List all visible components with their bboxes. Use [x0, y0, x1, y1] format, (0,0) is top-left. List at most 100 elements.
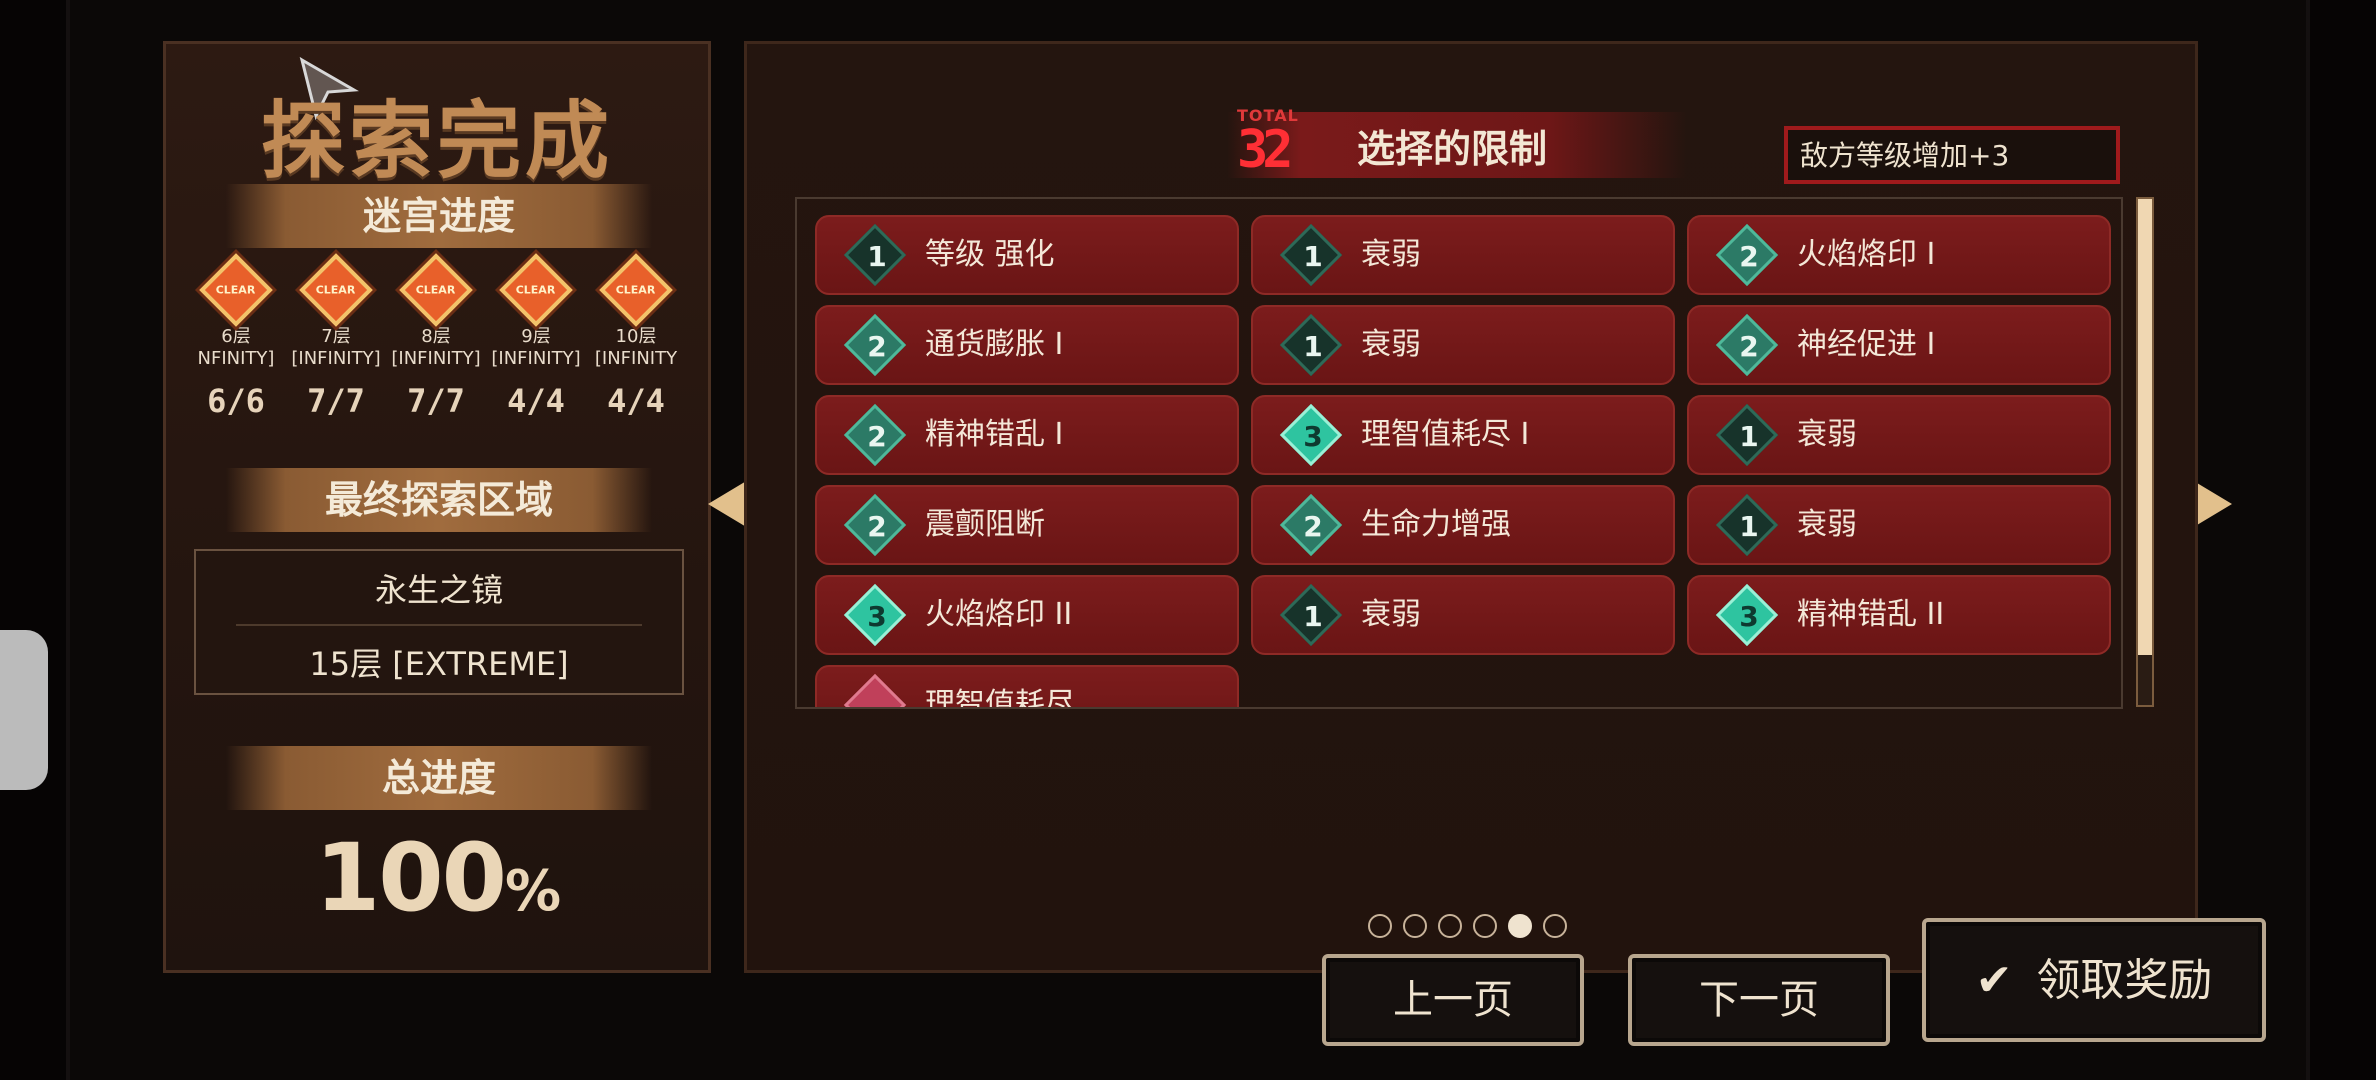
- restriction-label: 衰弱: [1361, 327, 1421, 362]
- restriction-label: 生命力增强: [1361, 507, 1511, 542]
- floor-mode: [INFINITY]: [291, 348, 381, 369]
- claim-reward-button[interactable]: ✔ 领取奖励: [1922, 918, 2266, 1042]
- restriction-label: 衰弱: [1797, 507, 1857, 542]
- restriction-label: 理智值耗尽 I: [1361, 417, 1530, 452]
- restriction-level: 2: [867, 420, 887, 453]
- final-area-name: 永生之镜: [374, 571, 503, 609]
- total-progress-number: 100: [314, 824, 507, 933]
- floor-name: 9层: [521, 326, 551, 347]
- restriction-label: 衰弱: [1361, 597, 1421, 632]
- page-dot[interactable]: [1543, 914, 1567, 938]
- page-dot[interactable]: [1473, 914, 1497, 938]
- floor-count: 7/7: [307, 382, 365, 420]
- restriction-label: 通货膨胀 I: [925, 327, 1064, 362]
- restriction-level: 2: [867, 330, 887, 363]
- restriction-label: 神经促进 I: [1797, 327, 1936, 362]
- restriction-label: 火焰烙印 I: [1797, 237, 1936, 272]
- floor-name: 6层: [221, 326, 251, 347]
- page-dot[interactable]: [1438, 914, 1462, 938]
- total-count: 32: [1237, 120, 1294, 180]
- floor-mode: [INFINITY]: [491, 348, 581, 369]
- floor-mode: [INFINITY]: [391, 348, 481, 369]
- frame-right: [2306, 0, 2376, 1080]
- next-page-button[interactable]: 下一页: [1628, 954, 1890, 1046]
- final-area-floor: 15层 [EXTREME]: [309, 645, 569, 683]
- restriction-card[interactable]: 2 生命力增强: [1251, 485, 1675, 565]
- restriction-card[interactable]: 3 理智值耗尽 I: [1251, 395, 1675, 475]
- floor-item: CLEAR 8层 [INFINITY] 7/7: [386, 253, 486, 420]
- restrictions-list[interactable]: 1 等级 强化 1 衰弱 2 火焰烙印 I 2 通货膨胀 I 1 衰弱 2 神经…: [795, 197, 2123, 709]
- restriction-card[interactable]: 3 精神错乱 II: [1687, 575, 2111, 655]
- floor-mode: [INFINITY: [594, 348, 678, 369]
- floor-mode: NFINITY]: [197, 348, 275, 369]
- restriction-level: 2: [1739, 330, 1759, 363]
- page-dot[interactable]: [1368, 914, 1392, 938]
- restriction-level: 1: [1303, 240, 1323, 273]
- exploration-summary-panel: 探索完成 迷宫进度 CLEAR 6层 NFINITY] 6/6 CLEAR 7层…: [163, 41, 711, 973]
- restrictions-scrollbar[interactable]: [2136, 197, 2154, 707]
- clear-badge-icon: CLEAR: [599, 253, 673, 327]
- maze-progress-heading: 迷宫进度: [226, 184, 652, 248]
- checkmark-icon: ✔: [1975, 955, 2013, 1006]
- enemy-level-note: 敌方等级增加+3: [1784, 126, 2120, 184]
- restriction-level: 2: [1303, 510, 1323, 543]
- floor-progress-list: CLEAR 6层 NFINITY] 6/6 CLEAR 7层 [INFINITY…: [186, 253, 694, 434]
- restriction-label: 火焰烙印 II: [925, 597, 1073, 632]
- floor-count: 7/7: [407, 382, 465, 420]
- restriction-level: 1: [867, 240, 887, 273]
- restriction-label: 震颤阻断: [925, 507, 1045, 542]
- restriction-card[interactable]: 1 衰弱: [1251, 215, 1675, 295]
- restriction-card[interactable]: 2 精神错乱 I: [815, 395, 1239, 475]
- floor-count: 4/4: [507, 382, 565, 420]
- restriction-card[interactable]: 3 火焰烙印 II: [815, 575, 1239, 655]
- restriction-label: 理智值耗尽: [925, 687, 1075, 709]
- floor-item: CLEAR 10层 [INFINITY 4/4: [586, 253, 686, 420]
- claim-reward-label: 领取奖励: [2036, 955, 2213, 1006]
- restriction-level: 1: [1739, 510, 1759, 543]
- clear-badge-icon: CLEAR: [499, 253, 573, 327]
- restriction-card[interactable]: 1 衰弱: [1687, 485, 2111, 565]
- total-progress-value: 100%: [166, 824, 708, 933]
- floor-name: 7层: [321, 326, 351, 347]
- floor-count: 6/6: [207, 382, 265, 420]
- page-title: 探索完成: [260, 91, 613, 190]
- restriction-card[interactable]: 1 衰弱: [1687, 395, 2111, 475]
- floor-item: CLEAR 9层 [INFINITY] 4/4: [486, 253, 586, 420]
- floor-item: CLEAR 6层 NFINITY] 6/6: [186, 253, 286, 420]
- restriction-card-partial[interactable]: 理智值耗尽: [815, 665, 1239, 709]
- restriction-card[interactable]: 1 等级 强化: [815, 215, 1239, 295]
- side-handle[interactable]: [0, 630, 48, 790]
- restriction-card[interactable]: 2 火焰烙印 I: [1687, 215, 2111, 295]
- level-diamond-icon: [843, 673, 907, 707]
- restriction-label: 等级 强化: [925, 237, 1055, 272]
- page-dot-active[interactable]: [1508, 914, 1532, 938]
- clear-badge-icon: CLEAR: [299, 253, 373, 327]
- floor-name: 10层: [615, 326, 657, 347]
- restriction-card[interactable]: 2 震颤阻断: [815, 485, 1239, 565]
- restriction-level: 2: [867, 510, 887, 543]
- restriction-level: 2: [1739, 240, 1759, 273]
- restriction-card[interactable]: 1 衰弱: [1251, 575, 1675, 655]
- total-progress-heading: 总进度: [226, 746, 652, 810]
- clear-badge-icon: CLEAR: [199, 253, 273, 327]
- restriction-card[interactable]: 2 神经促进 I: [1687, 305, 2111, 385]
- restriction-level: 3: [1303, 420, 1323, 453]
- restriction-level: 3: [867, 600, 887, 633]
- restriction-card[interactable]: 1 衰弱: [1251, 305, 1675, 385]
- total-progress-unit: %: [505, 859, 561, 924]
- restriction-label: 衰弱: [1797, 417, 1857, 452]
- restriction-level: 1: [1739, 420, 1759, 453]
- clear-badge-icon: CLEAR: [399, 253, 473, 327]
- final-area-box: 永生之镜 15层 [EXTREME]: [194, 549, 684, 695]
- page-dot[interactable]: [1403, 914, 1427, 938]
- restriction-card[interactable]: 2 通货膨胀 I: [815, 305, 1239, 385]
- previous-page-button[interactable]: 上一页: [1322, 954, 1584, 1046]
- restriction-level: 1: [1303, 330, 1323, 363]
- frame-left: [0, 0, 70, 1080]
- final-area-heading: 最终探索区域: [226, 468, 652, 532]
- scrollbar-thumb[interactable]: [2138, 199, 2152, 655]
- restriction-level: 3: [1739, 600, 1759, 633]
- restriction-label: 精神错乱 II: [1797, 597, 1945, 632]
- restrictions-panel: TOTAL 32 选择的限制 敌方等级增加+3 1 等级 强化 1 衰弱 2 火…: [744, 41, 2198, 973]
- floor-count: 4/4: [607, 382, 665, 420]
